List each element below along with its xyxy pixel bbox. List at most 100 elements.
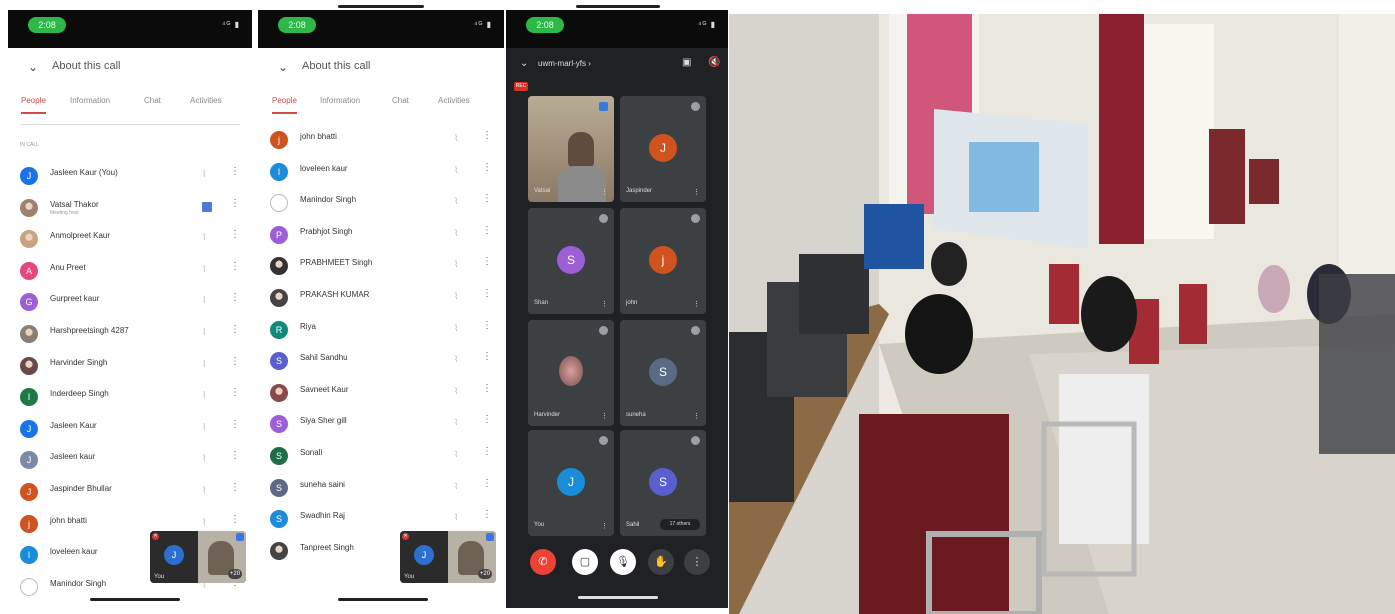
speaker-mute-icon[interactable]: 🔇: [708, 57, 720, 68]
mic-off-icon[interactable]: ⌇: [454, 449, 464, 461]
tab-chat[interactable]: Chat: [144, 96, 161, 105]
participant-row[interactable]: P Prabhjot Singh ⌇ ⋮: [258, 219, 504, 251]
more-options-icon[interactable]: ⋮: [482, 320, 492, 331]
mic-off-icon[interactable]: ⌇: [202, 264, 212, 276]
mic-off-icon[interactable]: ⌇: [202, 453, 212, 465]
participant-row[interactable]: J Jasleen kaur ⌇ ⋮: [8, 444, 252, 476]
mic-off-icon[interactable]: ⌇: [202, 169, 212, 181]
participant-tile[interactable]: Harvinder ⋮: [528, 320, 614, 426]
participant-row[interactable]: S Sonali ⌇ ⋮: [258, 440, 504, 472]
close-icon[interactable]: ✕: [152, 533, 159, 540]
more-options-icon[interactable]: ⋮: [482, 383, 492, 394]
participant-row[interactable]: A Anu Preet ⌇ ⋮: [8, 255, 252, 287]
participant-tile[interactable]: J You ⋮: [528, 430, 614, 536]
participant-row[interactable]: Harshpreetsingh 4287 ⌇ ⋮: [8, 318, 252, 350]
participant-row[interactable]: Vatsal Thakor Meeting host ⋮: [8, 192, 252, 224]
participant-row[interactable]: J Jaspinder Bhullar ⌇ ⋮: [8, 476, 252, 508]
raise-hand-button[interactable]: ✋: [648, 549, 674, 575]
participant-row[interactable]: Ssuneha saini ⌇ ⋮: [258, 472, 504, 504]
end-call-button[interactable]: ✆: [530, 549, 556, 575]
more-options-icon[interactable]: ⋮: [482, 225, 492, 236]
participant-row[interactable]: Anmolpreet Kaur ⌇ ⋮: [8, 223, 252, 255]
mic-off-icon[interactable]: ⌇: [454, 133, 464, 145]
more-options-icon[interactable]: ⋮: [601, 300, 608, 308]
mic-off-icon[interactable]: ⌇: [454, 323, 464, 335]
mic-off-icon[interactable]: ⌇: [454, 165, 464, 177]
more-options-icon[interactable]: ⋮: [693, 188, 700, 196]
tab-information[interactable]: Information: [320, 96, 360, 105]
participant-row[interactable]: S Siya Sher gill ⌇ ⋮: [258, 408, 504, 440]
mic-off-icon[interactable]: ⌇: [202, 232, 212, 244]
more-options-icon[interactable]: ⋮: [482, 289, 492, 299]
more-options-icon[interactable]: ⋮: [230, 356, 240, 367]
pinned-icon[interactable]: [202, 201, 212, 212]
more-options-icon[interactable]: ⋮: [482, 478, 492, 489]
more-options-icon[interactable]: ⋮: [482, 447, 492, 457]
mic-off-icon[interactable]: ⌇: [454, 386, 464, 398]
more-options-icon[interactable]: ⋮: [693, 300, 700, 308]
more-options-icon[interactable]: ⋮: [230, 514, 240, 525]
mic-off-icon[interactable]: ⌇: [202, 422, 212, 434]
more-options-icon[interactable]: ⋮: [482, 510, 492, 520]
more-options-icon[interactable]: ⋮: [601, 522, 608, 530]
mic-off-icon[interactable]: ⌇: [454, 291, 464, 303]
more-options-icon[interactable]: ⋮: [230, 293, 240, 303]
participant-tile[interactable]: S Sahil 17 others: [620, 430, 706, 536]
participant-tile[interactable]: J Jaspinder ⋮: [620, 96, 706, 202]
tab-activities[interactable]: Activities: [190, 96, 222, 105]
more-options-icon[interactable]: ⋮: [230, 230, 240, 240]
others-count-badge[interactable]: 17 others: [660, 519, 700, 530]
mic-off-icon[interactable]: ⌇: [202, 517, 212, 529]
picture-in-picture[interactable]: J You ✕ +20: [400, 531, 496, 583]
more-options-icon[interactable]: ⋮: [230, 419, 240, 430]
more-options-icon[interactable]: ⋮: [601, 412, 608, 420]
mic-off-icon[interactable]: ⌇: [202, 359, 212, 371]
tab-information[interactable]: Information: [70, 96, 110, 105]
mic-off-icon[interactable]: ⌇: [454, 354, 464, 366]
mic-off-icon[interactable]: ⌇: [454, 259, 464, 271]
participant-row[interactable]: l loveleen kaur ⌇ ⋮: [258, 156, 504, 188]
home-indicator[interactable]: [578, 596, 658, 599]
tab-people[interactable]: People: [272, 96, 297, 114]
home-indicator[interactable]: [338, 598, 428, 601]
more-options-icon[interactable]: ⋮: [482, 352, 492, 362]
switch-camera-icon[interactable]: ▣: [682, 57, 691, 68]
participant-row[interactable]: R Riya ⌇ ⋮: [258, 314, 504, 346]
more-options-icon[interactable]: ⋮: [230, 198, 240, 209]
participant-row[interactable]: J Jasleen Kaur (You) ⌇ ⋮: [8, 160, 252, 192]
participant-row[interactable]: J Jasleen Kaur ⌇ ⋮: [8, 413, 252, 445]
participant-tile[interactable]: S Shan ⋮: [528, 208, 614, 314]
participant-row[interactable]: PRABHMEET Singh ⌇ ⋮: [258, 250, 504, 282]
pin-icon[interactable]: [486, 533, 494, 541]
mic-off-icon[interactable]: ⌇: [202, 295, 212, 307]
participant-row[interactable]: S Sahil Sandhu ⌇ ⋮: [258, 345, 504, 377]
participant-row[interactable]: G Gurpreet kaur ⌇ ⋮: [8, 286, 252, 318]
picture-in-picture[interactable]: J You ✕ +20: [150, 531, 246, 583]
pin-icon[interactable]: [236, 533, 244, 541]
more-options-icon[interactable]: ⋮: [230, 451, 240, 461]
close-icon[interactable]: ✕: [402, 533, 409, 540]
more-options-icon[interactable]: ⋮: [482, 257, 492, 267]
chevron-down-icon[interactable]: ⌄: [278, 60, 288, 74]
mic-off-icon[interactable]: ⌇: [454, 196, 464, 208]
mic-off-icon[interactable]: ⌇: [454, 481, 464, 493]
mic-off-icon[interactable]: ⌇: [454, 228, 464, 240]
more-options-icon[interactable]: ⋮: [230, 261, 240, 272]
mic-off-icon[interactable]: ⌇: [202, 390, 212, 402]
more-options-icon[interactable]: ⋮: [230, 483, 240, 493]
more-options-icon[interactable]: ⋮: [482, 131, 492, 141]
participant-row[interactable]: Savneet Kaur ⌇ ⋮: [258, 377, 504, 409]
more-options-icon[interactable]: ⋮: [482, 194, 492, 204]
participant-tile[interactable]: Ssuneha ⋮: [620, 320, 706, 426]
chevron-down-icon[interactable]: ⌄: [28, 60, 38, 74]
participant-row[interactable]: j john bhatti ⌇ ⋮: [258, 124, 504, 156]
more-options-icon[interactable]: ⋮: [230, 388, 240, 398]
mic-off-icon[interactable]: ⌇: [202, 327, 212, 339]
tab-chat[interactable]: Chat: [392, 96, 409, 105]
participant-row[interactable]: PRAKASH KUMAR ⌇ ⋮: [258, 282, 504, 314]
more-options-button[interactable]: ⋮: [684, 549, 710, 575]
meeting-code[interactable]: uwm-marl-yfs ›: [538, 59, 591, 68]
more-options-icon[interactable]: ⋮: [230, 167, 240, 177]
more-options-icon[interactable]: ⋮: [482, 162, 492, 173]
chevron-down-icon[interactable]: ⌄: [520, 58, 528, 69]
